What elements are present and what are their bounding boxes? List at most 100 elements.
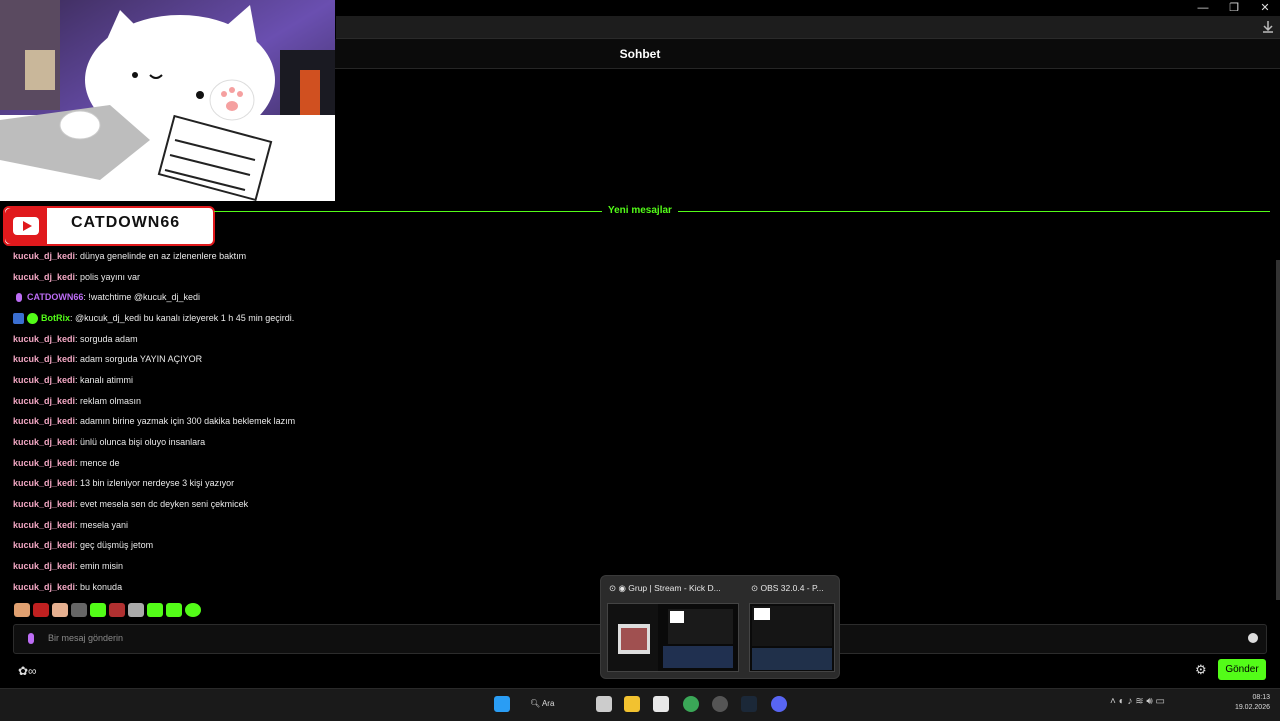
taskbar-search[interactable]: 🔍︎ Ara [530,695,580,713]
preview-thumbnail-obs[interactable] [749,603,835,672]
chat-message: kucuk_dj_kedi: evet mesela sen dc deyken… [13,494,613,515]
emote-icon[interactable] [14,603,30,617]
chat-username[interactable]: kucuk_dj_kedi [13,498,75,511]
discord-icon[interactable] [771,696,787,712]
minimize-icon[interactable]: — [1188,0,1218,16]
emote-icon[interactable] [52,603,68,617]
chat-text: : sorguda adam [75,333,138,344]
windows-start-icon[interactable] [494,696,510,712]
restore-icon[interactable]: ❐ [1219,0,1249,16]
chat-message: kucuk_dj_kedi: ünlü olunca bişi oluyo in… [13,432,613,453]
chat-message: kucuk_dj_kedi: dünya genelinde en az izl… [13,246,613,267]
chat-text: : ünlü olunca bişi oluyo insanlara [75,437,206,448]
emote-icon[interactable] [90,603,106,617]
chat-username[interactable]: kucuk_dj_kedi [13,436,75,449]
recent-emotes-bar [14,603,201,619]
mic-icon [28,633,34,644]
chat-username[interactable]: kucuk_dj_kedi [13,250,75,263]
chat-message: kucuk_dj_kedi: mence de [13,453,613,474]
chat-text: : polis yayını var [75,271,141,282]
send-button[interactable]: Gönder [1218,659,1266,680]
chat-username[interactable]: kucuk_dj_kedi [13,581,75,594]
chat-text: : kanalı atimmi [75,374,134,385]
chat-username[interactable]: kucuk_dj_kedi [13,395,75,408]
chat-text: : dünya genelinde en az izlenenlere bakt… [75,250,247,261]
chat-settings-infinity-icon[interactable]: ✿∞ [18,664,37,678]
chat-username[interactable]: kucuk_dj_kedi [13,271,75,284]
chat-text: : adam sorguda YAYIN AÇIYOR [75,354,203,365]
chat-text: : !watchtime @kucuk_dj_kedi [83,292,201,303]
emote-icon[interactable] [185,603,201,617]
obs-icon[interactable] [712,696,728,712]
new-messages-label: Yeni mesajlar [602,205,678,216]
task-view-icon[interactable] [596,696,612,712]
channel-name: CATDOWN66 [71,214,181,231]
file-explorer-icon[interactable] [624,696,640,712]
chat-text: : mence de [75,457,120,468]
chat-message: kucuk_dj_kedi: geç düşmüş jetom [13,536,613,557]
stream-overlay-cat-image [0,0,335,201]
chat-text: : geç düşmüş jetom [75,540,154,551]
chat-username[interactable]: kucuk_dj_kedi [13,519,75,532]
chat-text: : bu konuda [75,581,123,592]
chat-username[interactable]: kucuk_dj_kedi [13,539,75,552]
chat-text: : mesela yani [75,519,129,530]
chat-message: kucuk_dj_kedi: adam sorguda YAYIN AÇIYOR [13,349,613,370]
chat-text: : emin misin [75,561,124,572]
emote-icon[interactable] [33,603,49,617]
chat-input-placeholder: Bir mesaj gönderin [48,633,124,643]
chat-username[interactable]: kucuk_dj_kedi [13,374,75,387]
chat-message: kucuk_dj_kedi: mesela yani [13,515,613,536]
chat-username[interactable]: BotRix [41,312,70,325]
emote-icon[interactable] [71,603,87,617]
chat-username[interactable]: kucuk_dj_kedi [13,477,75,490]
new-messages-divider [214,211,1270,212]
chat-message: BotRix: @kucuk_dj_kedi bu kanalı izleyer… [13,308,613,329]
chat-username[interactable]: CATDOWN66 [27,291,83,304]
chat-text: : 13 bin izleniyor nerdeyse 3 kişi yazıy… [75,478,235,489]
chat-text: : adamın birine yazmak için 300 dakika b… [75,416,296,427]
emote-icon[interactable] [166,603,182,617]
chat-message: kucuk_dj_kedi: adamın birine yazmak için… [13,412,613,433]
taskbar-window-preview: ⊙ ◉ Grup | Stream - Kick D... ⊙ OBS 32.0… [600,575,840,679]
chat-message-list: kucuk_dj_kedi: dünya genelinde en az izl… [13,246,613,598]
preview-window-title-2[interactable]: ⊙ OBS 32.0.4 - P... [751,583,824,594]
clock-time: 08:13 [1252,694,1270,701]
store-icon[interactable] [653,696,669,712]
steam-icon[interactable] [741,696,757,712]
chat-username[interactable]: kucuk_dj_kedi [13,457,75,470]
system-tray-icons[interactable]: ˄ ◐ ♪ ≋ 🔊︎ ▭ [1110,696,1220,712]
chat-message: kucuk_dj_kedi: 13 bin izleniyor nerdeyse… [13,474,613,495]
emoji-icon[interactable] [1248,633,1258,643]
chat-username[interactable]: kucuk_dj_kedi [13,560,75,573]
chat-scrollbar[interactable] [1276,260,1280,600]
chat-message: kucuk_dj_kedi: reklam olmasın [13,391,613,412]
close-icon[interactable]: ✕ [1250,0,1280,16]
chat-text: : evet mesela sen dc deyken seni çekmice… [75,499,249,510]
chat-message: kucuk_dj_kedi: polis yayını var [13,267,613,288]
chat-message: kucuk_dj_kedi: emin misin [13,556,613,577]
chat-username[interactable]: kucuk_dj_kedi [13,353,75,366]
chrome-icon[interactable] [683,696,699,712]
clock-date: 19.02.2026 [1234,704,1270,711]
browser-toolbar [336,16,1280,39]
download-icon[interactable] [1260,19,1276,35]
chat-username[interactable]: kucuk_dj_kedi [13,333,75,346]
youtube-channel-badge: CATDOWN66 [3,206,215,246]
moderator-badge-icon [13,312,24,324]
chat-username[interactable]: kucuk_dj_kedi [13,415,75,428]
preview-window-title-1[interactable]: ⊙ ◉ Grup | Stream - Kick D... [609,583,721,594]
bot-badge-icon [27,312,38,324]
emote-icon[interactable] [147,603,163,617]
chat-text: : reklam olmasın [75,395,142,406]
gear-icon[interactable]: ⚙ [1195,662,1207,678]
taskbar-clock[interactable]: 08:13 19.02.2026 [1235,693,1270,713]
emote-icon[interactable] [109,603,125,617]
chat-message: kucuk_dj_kedi: kanalı atimmi [13,370,613,391]
chat-message: kucuk_dj_kedi: bu konuda [13,577,613,598]
emote-icon[interactable] [128,603,144,617]
windows-taskbar [0,688,1280,721]
chat-message: kucuk_dj_kedi: sorguda adam [13,329,613,350]
preview-thumbnail-browser[interactable] [607,603,739,672]
chat-message: CATDOWN66: !watchtime @kucuk_dj_kedi [13,287,613,308]
